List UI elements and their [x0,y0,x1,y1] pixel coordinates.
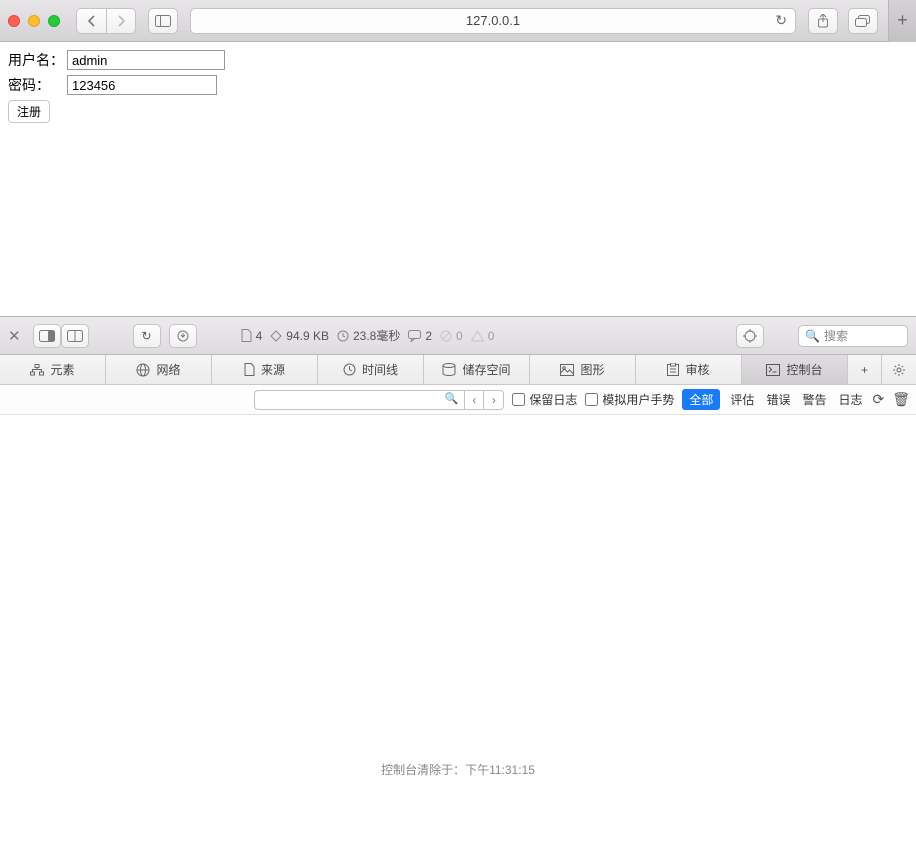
stat-time: 23.8毫秒 [337,327,400,344]
sidebar-toggle-button[interactable] [148,8,178,34]
target-button[interactable] [736,324,764,348]
address-bar[interactable]: 127.0.0.1 ↻ [190,8,796,34]
checklist-icon [667,363,679,376]
browser-toolbar: 127.0.0.1 ↻ + [0,0,916,42]
clear-console-icon[interactable]: 🗑 [892,391,910,408]
stat-messages: 2 [408,329,432,343]
settings-button[interactable] [882,355,916,384]
search-icon: 🔍 [805,329,820,343]
password-label: 密码： [8,75,67,95]
console-icon [766,364,780,376]
refresh-console-icon[interactable]: ⟳ [872,391,884,408]
stat-docs: 4 [241,329,263,343]
url-text: 127.0.0.1 [466,13,520,28]
hierarchy-icon [30,364,44,376]
reload-devtools-button[interactable]: ↻ [133,324,161,348]
new-tab-button[interactable]: + [888,0,916,42]
simulate-gesture-checkbox[interactable]: 模拟用户手势 [585,391,674,408]
devtools-panel: ✕ ↻ 4 94.9 KB 23.8毫秒 2 0 0 🔍搜索 元素 网络 来源 … [0,316,916,779]
back-button[interactable] [76,8,106,34]
add-tab-button[interactable]: + [848,355,882,384]
database-icon [442,363,456,376]
close-window-icon[interactable] [8,15,20,27]
gear-icon [892,363,906,377]
minimize-window-icon[interactable] [28,15,40,27]
tab-network[interactable]: 网络 [106,355,212,384]
tab-audit[interactable]: 审核 [636,355,742,384]
devtools-tabbar: 元素 网络 来源 时间线 储存空间 图形 审核 控制台 + [0,355,916,385]
username-label: 用户名： [8,50,67,70]
console-cleared-message: 控制台清除于：下午11:31:15 [0,755,916,779]
document-icon [244,363,255,376]
keep-log-checkbox[interactable]: 保留日志 [512,391,577,408]
reload-icon[interactable]: ↻ [775,12,787,29]
globe-icon [136,363,150,377]
console-output: 控制台清除于：下午11:31:15 admin – "123456" – "6B… [0,415,916,779]
tab-elements[interactable]: 元素 [0,355,106,384]
close-devtools-icon[interactable]: ✕ [8,327,21,345]
filter-log-button[interactable]: 日志 [836,391,864,408]
next-match-button[interactable]: › [484,390,504,410]
filter-warn-button[interactable]: 警告 [800,391,828,408]
tabs-button[interactable] [848,8,878,34]
image-icon [560,364,574,376]
filter-eval-button[interactable]: 评估 [728,391,756,408]
dock-side-button[interactable] [33,324,61,348]
share-button[interactable] [808,8,838,34]
tab-sources[interactable]: 来源 [212,355,318,384]
tab-console[interactable]: 控制台 [742,355,848,384]
stat-warnings: 0 [471,329,495,343]
stat-size: 94.9 KB [270,329,329,343]
devtools-toolbar: ✕ ↻ 4 94.9 KB 23.8毫秒 2 0 0 🔍搜索 [0,317,916,355]
console-filter-bar: 🔍 ‹› 保留日志 模拟用户手势 全部 评估 错误 警告 日志 ⟳ 🗑 [0,385,916,415]
filter-input[interactable] [254,390,464,410]
clock-icon [343,363,356,376]
window-controls [8,15,60,27]
devtools-search[interactable]: 🔍搜索 [798,325,908,347]
dock-split-button[interactable] [61,324,89,348]
stat-blocked: 0 [440,329,463,343]
forward-button[interactable] [106,8,136,34]
tab-timeline[interactable]: 时间线 [318,355,424,384]
tab-graphics[interactable]: 图形 [530,355,636,384]
prev-match-button[interactable]: ‹ [464,390,484,410]
tab-storage[interactable]: 储存空间 [424,355,530,384]
download-button[interactable] [169,324,197,348]
filter-all-button[interactable]: 全部 [682,389,720,410]
console-filter-search[interactable]: 🔍 ‹› [254,390,504,410]
page-content: 用户名： 密码： 注册 [0,42,916,316]
register-button[interactable]: 注册 [8,100,50,123]
username-input[interactable] [67,50,225,70]
search-icon: 🔍 [445,392,459,405]
password-input[interactable] [67,75,217,95]
maximize-window-icon[interactable] [48,15,60,27]
filter-error-button[interactable]: 错误 [764,391,792,408]
